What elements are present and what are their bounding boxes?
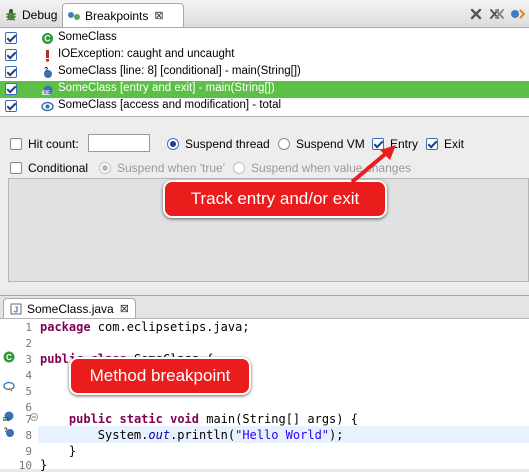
code-line-1[interactable]: package com.eclipsetips.java; <box>40 320 250 334</box>
arrow-to-entry <box>350 148 392 184</box>
close-editor-icon[interactable]: ⊠ <box>120 302 129 315</box>
watchpoint-gutter-icon[interactable] <box>3 380 15 392</box>
editor-tab-label: SomeClass.java <box>27 301 114 316</box>
callout-method-text: Method breakpoint <box>89 366 231 385</box>
editor-tab-bar: J SomeClass.java ⊠ <box>0 296 529 319</box>
code-line-7[interactable]: public static void main(String[] args) { <box>40 412 358 426</box>
conditional-breakpoint-gutter-icon[interactable]: ? <box>3 426 15 438</box>
line-number: 9 <box>25 445 32 458</box>
editor-gutter[interactable] <box>0 319 38 469</box>
svg-text:EE: EE <box>3 417 10 422</box>
svg-text:C: C <box>6 353 12 362</box>
svg-text:?: ? <box>4 428 8 434</box>
svg-text:J: J <box>14 305 18 314</box>
code-line-9[interactable]: } <box>40 444 76 458</box>
line-number: 5 <box>25 385 32 398</box>
java-file-icon: J <box>10 303 22 314</box>
code-line-10[interactable]: } <box>40 458 47 472</box>
line-number: 2 <box>25 337 32 350</box>
line-number: 10 <box>18 459 32 472</box>
line-number: 7 <box>25 413 32 426</box>
line-number: 3 <box>25 353 32 366</box>
method-breakpoint-gutter-icon[interactable]: EE <box>3 410 15 422</box>
line-number: 8 <box>25 429 32 442</box>
editor-tab-someclass[interactable]: J SomeClass.java ⊠ <box>3 298 136 318</box>
line-number: 4 <box>25 369 32 382</box>
line-number: 1 <box>25 321 32 334</box>
code-line-8[interactable]: System.out.println("Hello World"); <box>40 428 344 442</box>
callout-method-breakpoint: Method breakpoint <box>69 357 251 395</box>
class-breakpoint-gutter-icon[interactable]: C <box>3 351 15 363</box>
